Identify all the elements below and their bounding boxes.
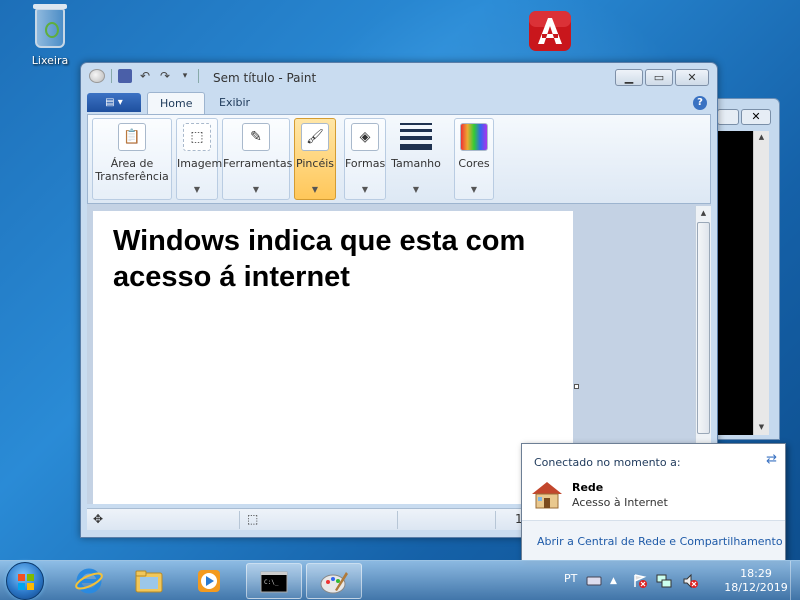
internet-explorer-icon [75, 568, 103, 594]
select-icon: ⬚ [183, 123, 211, 151]
tools-label: Ferramentas [223, 157, 293, 170]
image-label: Imagem [177, 157, 223, 170]
paint-menu-button[interactable]: ▤ ▾ [87, 93, 141, 112]
system-clock[interactable]: 18:29 18/12/2019 [722, 567, 790, 595]
acrobat-icon[interactable] [526, 8, 574, 54]
qa-separator [198, 69, 199, 83]
network-footer: Abrir a Central de Rede e Compartilhamen… [522, 520, 785, 561]
svg-text:C:\_: C:\_ [264, 579, 279, 586]
scroll-thumb[interactable] [697, 222, 710, 434]
quick-access-toolbar: ↶ ↷ ▾ [89, 69, 199, 83]
status-divider [495, 511, 496, 529]
taskbar-internet-explorer[interactable] [62, 563, 118, 599]
chevron-down-icon: ▼ [252, 185, 260, 194]
shapes-label: Formas [345, 157, 386, 170]
brush-icon: 🖌 [301, 123, 329, 151]
taskbar: C:\_ PT ▲ 18:29 18/12/2019 [0, 560, 800, 600]
shapes-icon: ◈ [351, 123, 379, 151]
chevron-down-icon: ▼ [412, 185, 420, 194]
start-button[interactable] [6, 562, 44, 600]
chevron-down-icon: ▼ [470, 185, 478, 194]
colors-label: Cores [458, 157, 490, 170]
scroll-up-icon[interactable]: ▲ [696, 209, 711, 217]
action-center-icon[interactable] [632, 573, 648, 589]
chevron-down-icon: ▼ [361, 185, 369, 194]
windows-flag-icon [18, 574, 34, 590]
status-divider [397, 511, 398, 529]
folder-icon [135, 570, 163, 593]
clock-date: 18/12/2019 [724, 581, 788, 594]
media-player-icon [198, 570, 220, 592]
clipboard-icon: 📋 [118, 123, 146, 151]
show-desktop-button[interactable] [790, 561, 800, 600]
recycle-bin-shortcut[interactable]: Lixeira [20, 4, 80, 67]
recycle-bin-icon [33, 4, 67, 48]
show-hidden-icons-icon[interactable]: ▲ [610, 573, 626, 589]
network-status: Acesso à Internet [572, 496, 668, 509]
taskbar-explorer[interactable] [122, 563, 178, 599]
network-house-icon [532, 482, 562, 509]
network-tray-icon[interactable] [656, 573, 672, 589]
save-icon[interactable] [118, 69, 132, 83]
canvas-resize-handle[interactable] [574, 384, 579, 389]
network-header: Conectado no momento a: [534, 456, 681, 469]
paint-icon [320, 572, 348, 594]
canvas-text-line: acesso á internet [113, 261, 350, 293]
brushes-group[interactable]: 🖌 Pincéis ▼ [294, 118, 336, 200]
chevron-down-icon: ▼ [193, 185, 201, 194]
command-prompt-icon: C:\_ [260, 571, 288, 593]
shapes-group[interactable]: ◈ Formas ▼ [344, 118, 386, 200]
window-controls: ▁ ▭ ✕ [615, 69, 709, 86]
network-name: Rede [572, 481, 604, 494]
image-group[interactable]: ⬚ Imagem ▼ [176, 118, 223, 200]
ribbon-tabs: ▤ ▾ Home Exibir ? [87, 91, 711, 114]
volume-icon[interactable] [682, 573, 698, 589]
tab-view[interactable]: Exibir [207, 92, 262, 114]
network-flyout: Conectado no momento a: ⇄ Rede Acesso à … [521, 443, 786, 561]
color-palette-icon [460, 123, 488, 151]
clock-time: 18:29 [740, 567, 772, 580]
colors-group[interactable]: Cores ▼ [454, 118, 494, 200]
customize-qa-icon[interactable]: ▾ [178, 69, 192, 83]
keyboard-icon[interactable] [586, 573, 602, 589]
size-label: Tamanho [391, 157, 441, 170]
redo-icon[interactable]: ↷ [158, 69, 172, 83]
close-button[interactable]: ✕ [675, 69, 709, 86]
maximize-button[interactable]: ▭ [645, 69, 673, 86]
paint-titlebar[interactable]: ↶ ↷ ▾ Sem título - Paint ▁ ▭ ✕ [81, 63, 717, 91]
clipboard-label: Área de Transferência [95, 157, 169, 183]
tools-group[interactable]: ✎ Ferramentas ▼ [222, 118, 293, 200]
ribbon: 📋 Área de Transferência ⬚ Imagem ▼ ✎ Fer… [87, 114, 711, 204]
status-divider [239, 511, 240, 529]
brushes-label: Pincéis [295, 157, 335, 170]
taskbar-media-player[interactable] [182, 563, 238, 599]
taskbar-command-prompt[interactable]: C:\_ [246, 563, 302, 599]
canvas-text-line: Windows indica que esta com [113, 225, 526, 257]
refresh-network-icon[interactable]: ⇄ [766, 452, 777, 467]
size-group[interactable]: Tamanho ▼ [390, 118, 442, 200]
tab-home[interactable]: Home [147, 92, 206, 114]
selection-size-icon: ⬚ [247, 512, 259, 526]
canvas-text: Windows indica que esta com acesso á int… [113, 223, 525, 295]
taskbar-paint[interactable] [306, 563, 362, 599]
chevron-down-icon: ▼ [311, 185, 319, 194]
minimize-button[interactable]: ▁ [615, 69, 643, 86]
qa-separator [111, 69, 112, 83]
network-center-link[interactable]: Abrir a Central de Rede e Compartilhamen… [537, 535, 783, 548]
line-size-icon [400, 123, 432, 154]
language-indicator[interactable]: PT [564, 572, 577, 585]
console-maximize-button[interactable] [717, 109, 739, 125]
drawing-canvas[interactable]: Windows indica que esta com acesso á int… [93, 211, 573, 504]
paint-app-icon[interactable] [89, 69, 105, 83]
window-title: Sem título - Paint [213, 71, 317, 85]
console-scrollbar[interactable]: ▲ ▼ [753, 131, 769, 435]
undo-icon[interactable]: ↶ [138, 69, 152, 83]
cursor-position-icon: ✥ [93, 512, 104, 526]
recycle-bin-label: Lixeira [31, 54, 69, 67]
tools-icon: ✎ [242, 123, 270, 151]
clipboard-group[interactable]: 📋 Área de Transferência [92, 118, 172, 200]
console-close-button[interactable]: ✕ [741, 109, 771, 125]
help-icon[interactable]: ? [693, 96, 707, 110]
